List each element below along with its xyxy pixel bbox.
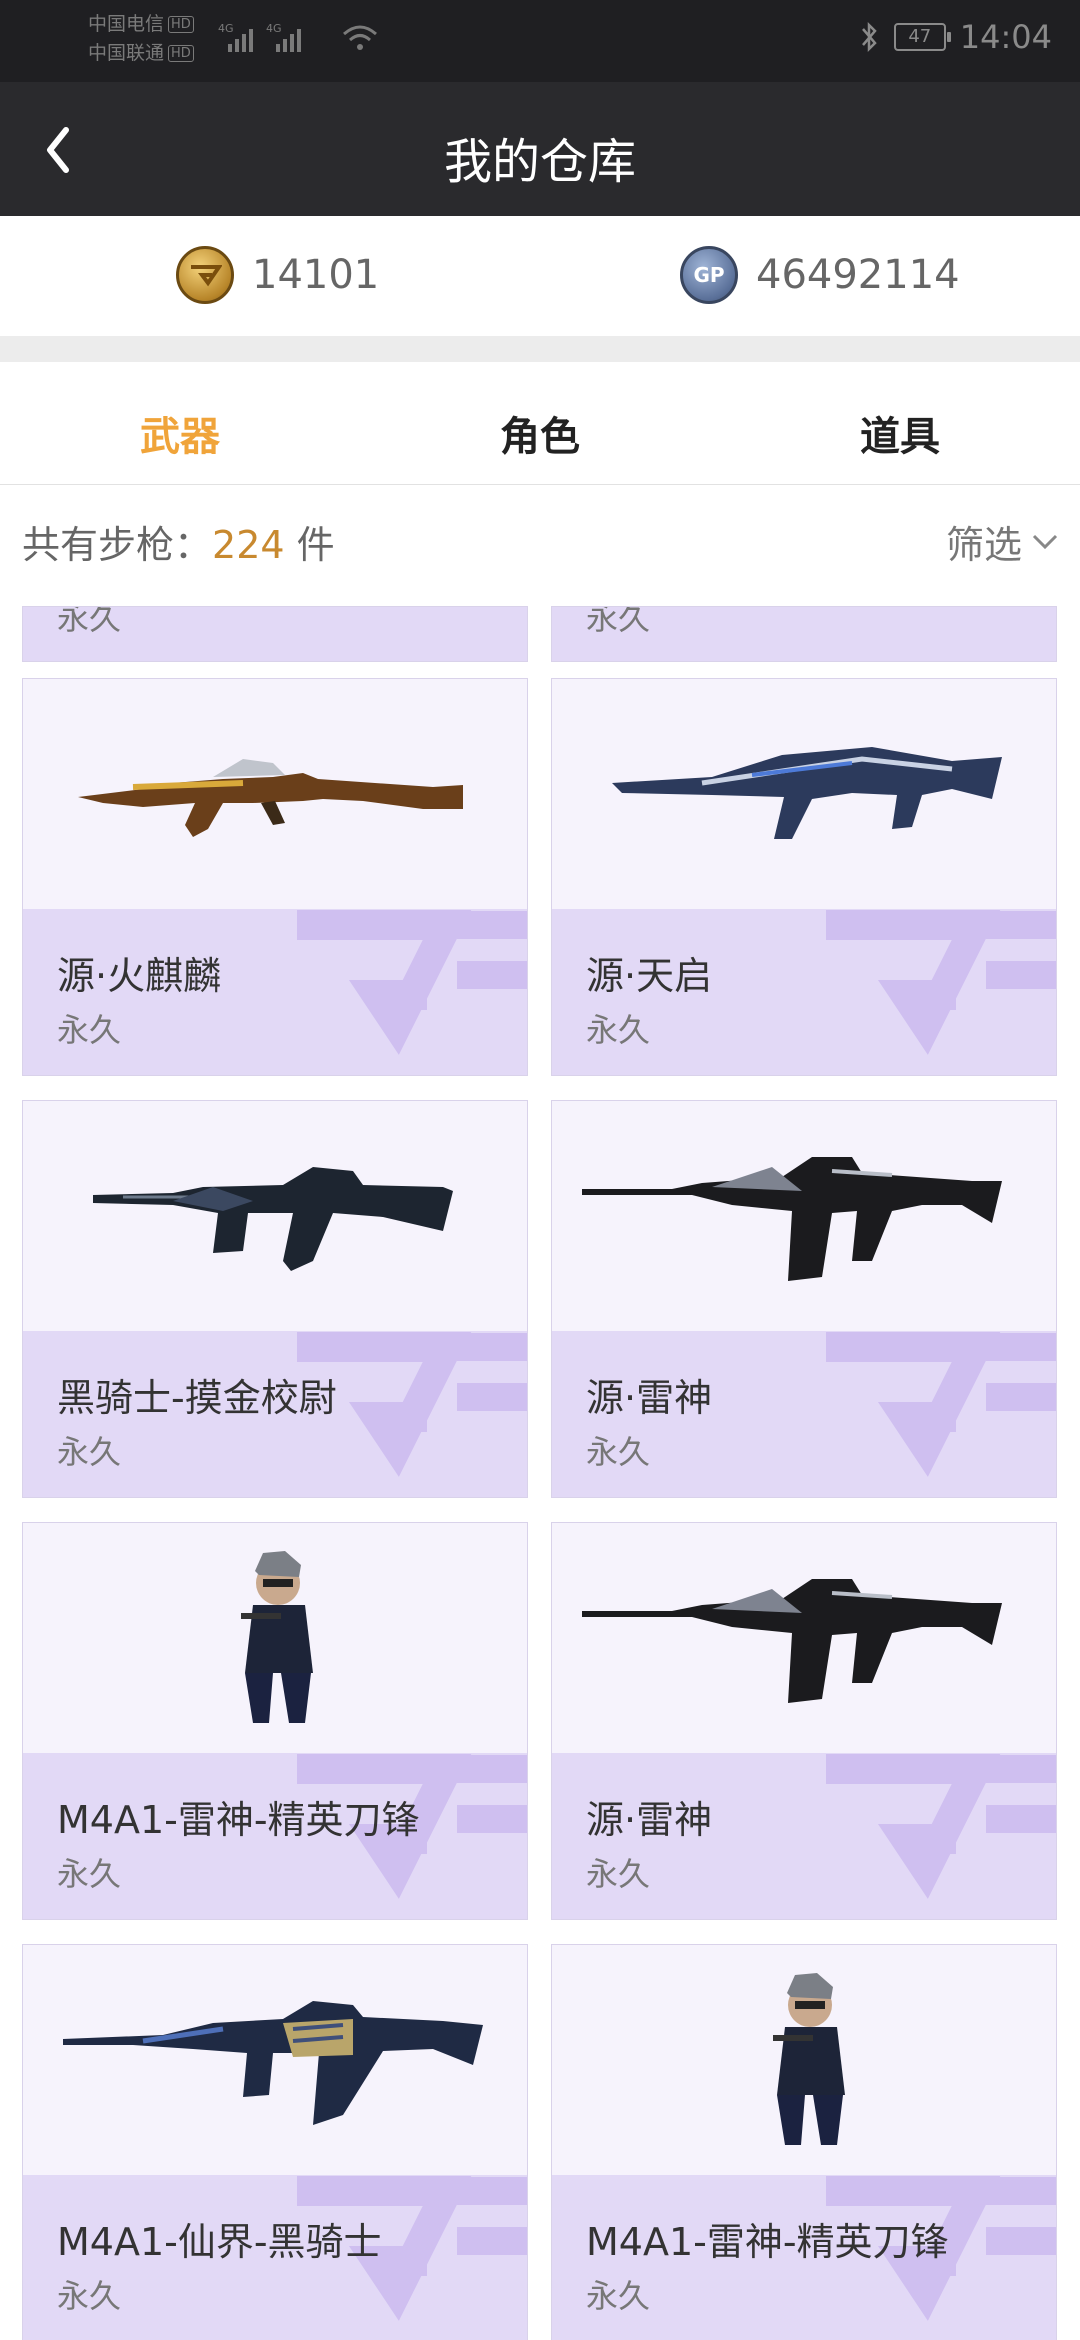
character-icon bbox=[773, 1973, 845, 2145]
cf-points-value: 14101 bbox=[252, 252, 380, 298]
weapon-image bbox=[23, 1101, 527, 1331]
item-duration: 永久 bbox=[586, 1855, 651, 1893]
item-name: 源·雷神 bbox=[586, 1376, 713, 1420]
item-card[interactable]: 源·火麒麟 永久 bbox=[22, 678, 528, 1076]
item-card[interactable]: 黑骑士-摸金校尉 永久 bbox=[22, 1100, 528, 1498]
network-type-1: 4G bbox=[218, 22, 234, 35]
cf-watermark-icon bbox=[826, 1332, 1056, 1477]
gp-points: GP 46492114 bbox=[680, 246, 960, 304]
count-value: 224 bbox=[212, 523, 285, 567]
item-duration: 永久 bbox=[586, 2277, 651, 2315]
rifle-icon bbox=[582, 1579, 1002, 1703]
hd-badge: HD bbox=[168, 16, 194, 33]
item-name: M4A1-雷神-精英刀锋 bbox=[57, 1798, 420, 1842]
item-name: 源·火麒麟 bbox=[57, 954, 222, 998]
item-name: 源·天启 bbox=[586, 954, 713, 998]
gp-points-value: 46492114 bbox=[756, 252, 960, 298]
item-grid: 永久 永久 源·火麒麟 永久 源·天启 永久 黑骑士-摸金校尉 永久 源·雷神 … bbox=[0, 596, 1080, 2340]
carrier-2: 中国联通 bbox=[88, 42, 165, 64]
count-unit: 件 bbox=[284, 523, 335, 567]
tab-weapons[interactable]: 武器 bbox=[0, 404, 360, 462]
filter-button[interactable]: 筛选 bbox=[946, 514, 1060, 569]
title-bar: 我的仓库 bbox=[0, 82, 1080, 216]
rifle-icon bbox=[582, 1157, 1002, 1281]
rifle-icon bbox=[93, 1167, 453, 1271]
filter-label: 筛选 bbox=[945, 523, 1022, 567]
weapon-image bbox=[552, 1523, 1056, 1753]
item-card[interactable]: 源·天启 永久 bbox=[551, 678, 1057, 1076]
rifle-icon bbox=[612, 747, 1002, 839]
weapon-image bbox=[552, 679, 1056, 909]
item-duration: 永久 bbox=[57, 1011, 122, 1049]
chevron-down-icon bbox=[1032, 534, 1058, 549]
item-duration: 永久 bbox=[57, 1433, 122, 1471]
bluetooth-icon bbox=[861, 21, 877, 53]
page-title: 我的仓库 bbox=[443, 134, 636, 190]
network-type-2: 4G bbox=[266, 22, 282, 35]
count-row: 共有步枪：224 件 筛选 bbox=[0, 486, 1080, 596]
status-right: 47 14:04 bbox=[858, 18, 1052, 56]
carrier-1: 中国电信 bbox=[88, 13, 165, 35]
currency-bar: 14101 GP 46492114 bbox=[0, 216, 1080, 336]
item-name: M4A1-雷神-精英刀锋 bbox=[586, 2220, 949, 2264]
battery-icon: 47 bbox=[893, 23, 951, 51]
item-count: 共有步枪：224 件 bbox=[22, 514, 335, 569]
clock: 14:04 bbox=[959, 18, 1052, 56]
status-bar: 中国电信 HD 中国联通 HD 4G 4G 47 14:04 bbox=[0, 0, 1080, 82]
signal-icon: 4G 4G bbox=[218, 22, 301, 52]
cf-watermark-icon bbox=[826, 1754, 1056, 1899]
wifi-icon bbox=[343, 25, 377, 50]
cf-watermark-icon bbox=[297, 910, 527, 1055]
carrier-info: 中国电信 HD 中国联通 HD bbox=[88, 10, 194, 68]
cf-watermark-icon bbox=[826, 910, 1056, 1055]
item-duration: 永久 bbox=[57, 606, 122, 637]
item-card[interactable]: 源·雷神 永久 bbox=[551, 1100, 1057, 1498]
item-name: 源·雷神 bbox=[586, 1798, 713, 1842]
item-duration: 永久 bbox=[586, 1433, 651, 1471]
count-label: 共有步枪： bbox=[22, 523, 213, 567]
gp-coin-icon: GP bbox=[680, 246, 738, 304]
item-card[interactable]: 永久 bbox=[22, 606, 528, 662]
cf-points: 14101 bbox=[176, 246, 379, 304]
tab-items[interactable]: 道具 bbox=[720, 404, 1080, 462]
item-duration: 永久 bbox=[586, 606, 651, 637]
weapon-image bbox=[23, 679, 527, 909]
rifle-icon bbox=[78, 759, 463, 837]
item-name: 黑骑士-摸金校尉 bbox=[57, 1376, 337, 1420]
category-tabs: 武器 角色 道具 bbox=[0, 362, 1080, 485]
item-card[interactable]: 源·雷神 永久 bbox=[551, 1522, 1057, 1920]
character-image bbox=[23, 1523, 527, 1753]
item-duration: 永久 bbox=[57, 2277, 122, 2315]
item-name: M4A1-仙界-黑骑士 bbox=[57, 2220, 382, 2264]
item-card[interactable]: M4A1-雷神-精英刀锋 永久 bbox=[22, 1522, 528, 1920]
hd-badge: HD bbox=[168, 45, 194, 62]
item-card[interactable]: M4A1-仙界-黑骑士 永久 bbox=[22, 1944, 528, 2340]
weapon-image bbox=[23, 1945, 527, 2175]
divider bbox=[0, 336, 1080, 362]
item-duration: 永久 bbox=[586, 1011, 651, 1049]
tab-characters[interactable]: 角色 bbox=[360, 404, 720, 462]
character-image bbox=[552, 1945, 1056, 2175]
item-card[interactable]: M4A1-雷神-精英刀锋 永久 bbox=[551, 1944, 1057, 2340]
weapon-image bbox=[552, 1101, 1056, 1331]
rifle-icon bbox=[63, 2001, 483, 2125]
item-duration: 永久 bbox=[57, 1855, 122, 1893]
character-icon bbox=[241, 1551, 313, 1723]
item-card[interactable]: 永久 bbox=[551, 606, 1057, 662]
cf-coin-icon bbox=[176, 246, 234, 304]
